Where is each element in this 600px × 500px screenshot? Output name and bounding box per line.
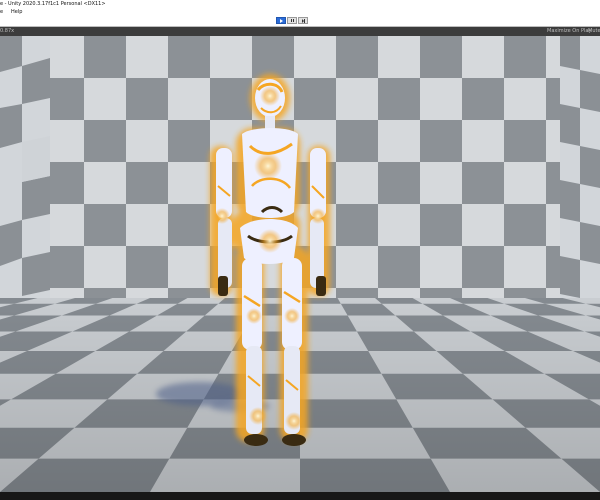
mute-audio-toggle[interactable]: Mute xyxy=(588,27,600,36)
menu-item-edit[interactable]: e xyxy=(0,8,3,16)
right-wall xyxy=(560,36,600,336)
game-viewport[interactable] xyxy=(0,36,600,492)
pause-icon xyxy=(290,19,294,22)
step-button[interactable] xyxy=(298,17,308,24)
step-icon xyxy=(301,18,305,23)
scale-readout[interactable]: 0.87x xyxy=(0,27,14,36)
window-title-bar: e - Unity 2020.3.17f1c1 Personal <DX11> xyxy=(0,0,600,8)
game-view-toolbar: 0.87x Maximize On Play Mute xyxy=(0,27,600,36)
play-icon xyxy=(279,18,283,23)
window-title: e - Unity 2020.3.17f1c1 Personal <DX11> xyxy=(0,1,106,7)
toolbar xyxy=(0,16,600,27)
bottom-edge xyxy=(0,492,600,500)
menu-bar: e Help xyxy=(0,8,600,16)
pause-button[interactable] xyxy=(287,17,297,24)
maximize-on-play-toggle[interactable]: Maximize On Play xyxy=(547,27,591,36)
left-wall xyxy=(0,36,50,326)
menu-item-help[interactable]: Help xyxy=(11,8,22,16)
scene-render xyxy=(0,36,600,492)
play-button[interactable] xyxy=(276,17,286,24)
